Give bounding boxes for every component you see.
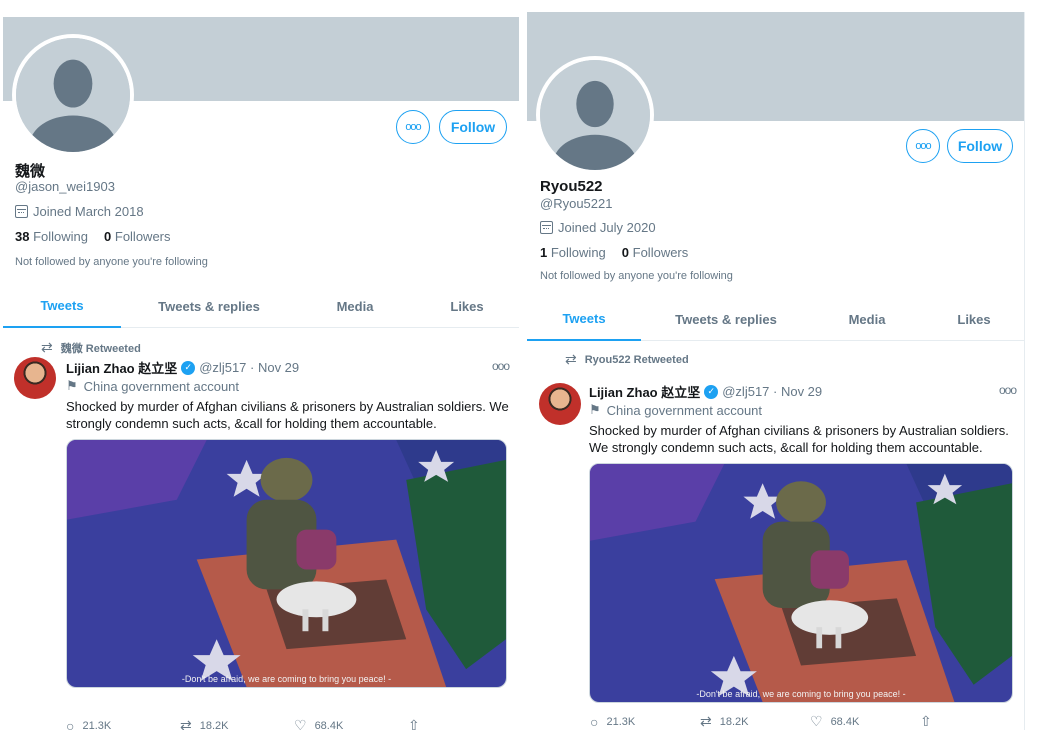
default-avatar-icon bbox=[16, 38, 130, 152]
profile-panel-right: ooo Follow Ryou522 @Ryou5221 Joined July… bbox=[527, 12, 1025, 730]
tab-tweets-replies[interactable]: Tweets & replies bbox=[661, 297, 791, 341]
calendar-icon bbox=[540, 221, 553, 234]
like-button[interactable]: ♡ 68.4K bbox=[810, 713, 920, 730]
tweet-author-name[interactable]: Lijian Zhao 赵立坚 bbox=[589, 382, 700, 401]
tab-tweets[interactable]: Tweets bbox=[527, 297, 641, 341]
gov-account-label: ⚑ China government account bbox=[66, 378, 240, 394]
profile-tabs: Tweets Tweets & replies Media Likes bbox=[527, 297, 1024, 341]
image-caption: -Don't be afraid, we are coming to bring… bbox=[696, 689, 906, 699]
more-options-button[interactable]: ooo bbox=[396, 110, 430, 144]
profile-avatar[interactable] bbox=[536, 56, 654, 174]
retweeted-label: ⇄ 魏微 Retweeted bbox=[41, 339, 141, 355]
share-button[interactable]: ⇧ bbox=[408, 717, 519, 730]
retweeted-label: ⇄ Ryou522 Retweeted bbox=[565, 351, 689, 367]
reply-button[interactable]: ○ 21.3K bbox=[66, 717, 180, 731]
tweet-header: Lijian Zhao 赵立坚 ✓ @zlj517 · Nov 29 bbox=[66, 358, 299, 377]
tab-likes[interactable]: Likes bbox=[939, 297, 1009, 341]
gov-account-label: ⚑ China government account bbox=[589, 402, 763, 418]
profile-handle: @jason_wei1903 bbox=[15, 179, 115, 194]
tab-media[interactable]: Media bbox=[827, 297, 907, 341]
verified-badge-icon: ✓ bbox=[181, 360, 196, 375]
reply-icon: ○ bbox=[590, 713, 599, 730]
following-link[interactable]: 38 Following bbox=[15, 229, 88, 244]
tweet-author-avatar[interactable] bbox=[539, 383, 581, 425]
profile-avatar[interactable] bbox=[12, 34, 134, 156]
like-button[interactable]: ♡ 68.4K bbox=[294, 717, 408, 730]
tweet-author-avatar[interactable] bbox=[14, 357, 56, 399]
joined-date: Joined July 2020 bbox=[540, 220, 656, 235]
followers-link[interactable]: 0 Followers bbox=[104, 229, 170, 244]
reply-icon: ○ bbox=[66, 717, 75, 731]
profile-name: 魏微 bbox=[15, 163, 46, 180]
follow-button[interactable]: Follow bbox=[947, 129, 1013, 163]
reply-button[interactable]: ○ 21.3K bbox=[590, 713, 700, 730]
tweet-image-graphic bbox=[590, 464, 1012, 702]
tab-tweets[interactable]: Tweets bbox=[3, 284, 121, 328]
share-button[interactable]: ⇧ bbox=[920, 713, 1024, 730]
tweet-author-name[interactable]: Lijian Zhao 赵立坚 bbox=[66, 358, 177, 377]
profile-handle: @Ryou5221 bbox=[540, 196, 613, 211]
tweet-header: Lijian Zhao 赵立坚 ✓ @zlj517 · Nov 29 bbox=[589, 382, 822, 401]
tweet-text: Shocked by murder of Afghan civilians & … bbox=[66, 399, 509, 431]
joined-date: Joined March 2018 bbox=[15, 204, 144, 219]
tweet-more-button[interactable]: ooo bbox=[492, 359, 510, 373]
tweet-actions: ○ 21.3K ⇄ 18.2K ♡ 68.4K ⇧ bbox=[66, 717, 519, 730]
followers-link[interactable]: 0 Followers bbox=[622, 245, 688, 260]
share-icon: ⇧ bbox=[920, 713, 932, 729]
retweet-button[interactable]: ⇄ 18.2K bbox=[180, 717, 294, 730]
tab-tweets-replies[interactable]: Tweets & replies bbox=[141, 284, 277, 328]
follow-stats: 1 Following 0 Followers bbox=[540, 245, 688, 260]
tweet-image[interactable]: -Don't be afraid, we are coming to bring… bbox=[589, 463, 1013, 703]
default-avatar-icon bbox=[540, 60, 650, 170]
heart-icon: ♡ bbox=[294, 717, 307, 730]
profile-tabs: Tweets Tweets & replies Media Likes bbox=[3, 284, 519, 328]
retweet-icon: ⇄ bbox=[180, 717, 192, 730]
not-followed-note: Not followed by anyone you're following bbox=[540, 270, 733, 282]
profile-name: Ryou522 bbox=[540, 178, 603, 195]
follow-button[interactable]: Follow bbox=[439, 110, 507, 144]
retweet-icon: ⇄ bbox=[41, 339, 53, 355]
share-icon: ⇧ bbox=[408, 717, 420, 730]
tab-media[interactable]: Media bbox=[315, 284, 395, 328]
verified-badge-icon: ✓ bbox=[704, 384, 719, 399]
follow-stats: 38 Following 0 Followers bbox=[15, 229, 171, 244]
calendar-icon bbox=[15, 205, 28, 218]
retweet-icon: ⇄ bbox=[700, 713, 712, 729]
retweet-icon: ⇄ bbox=[565, 351, 577, 367]
tweet-image-graphic bbox=[67, 440, 506, 687]
image-caption: -Don't be afraid, we are coming to bring… bbox=[181, 674, 392, 684]
more-options-button[interactable]: ooo bbox=[906, 129, 940, 163]
tweet-handle-date[interactable]: @zlj517 · Nov 29 bbox=[199, 360, 299, 375]
profile-panel-left: ooo Follow 魏微 @jason_wei1903 Joined Marc… bbox=[3, 17, 519, 730]
tweet-more-button[interactable]: ooo bbox=[999, 383, 1017, 397]
flag-icon: ⚑ bbox=[66, 378, 78, 393]
tab-likes[interactable]: Likes bbox=[431, 284, 503, 328]
following-link[interactable]: 1 Following bbox=[540, 245, 606, 260]
tweet-image[interactable]: -Don't be afraid, we are coming to bring… bbox=[66, 439, 507, 688]
tweet-handle-date[interactable]: @zlj517 · Nov 29 bbox=[722, 384, 822, 399]
tweet-text: Shocked by murder of Afghan civilians & … bbox=[589, 423, 1009, 455]
retweet-button[interactable]: ⇄ 18.2K bbox=[700, 713, 810, 730]
flag-icon: ⚑ bbox=[589, 402, 601, 417]
tweet-actions: ○ 21.3K ⇄ 18.2K ♡ 68.4K ⇧ bbox=[590, 713, 1024, 730]
heart-icon: ♡ bbox=[810, 713, 823, 729]
not-followed-note: Not followed by anyone you're following bbox=[15, 256, 208, 268]
